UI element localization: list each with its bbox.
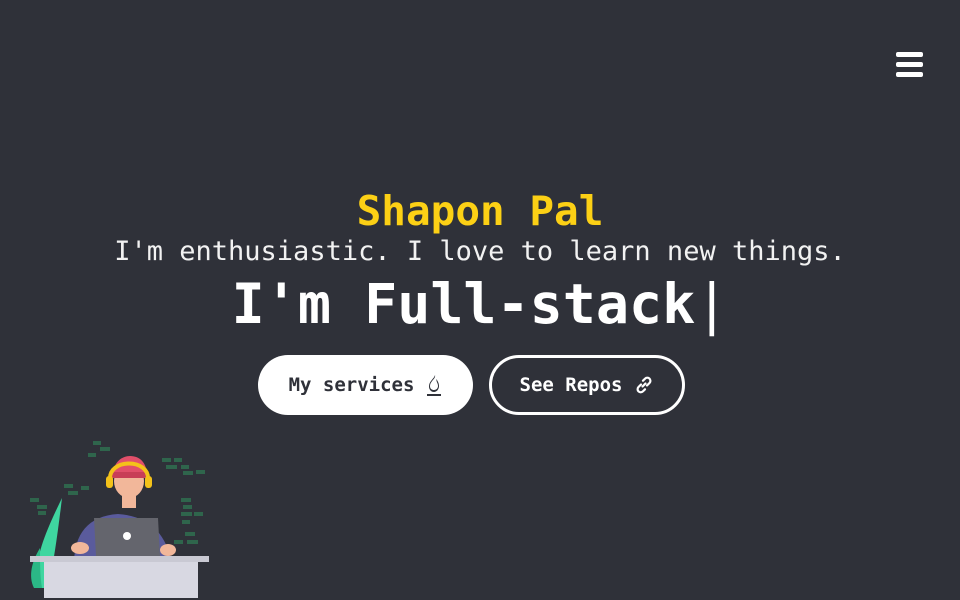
- typing-cursor: |: [695, 272, 729, 336]
- hamburger-menu-icon-bar: [896, 52, 923, 57]
- hamburger-menu-icon-bar: [896, 72, 923, 77]
- see-repos-label: See Repos: [519, 374, 623, 396]
- hero-tagline: I'm enthusiastic. I love to learn new th…: [114, 236, 846, 267]
- my-services-label: My services: [288, 374, 415, 396]
- hero-typed-text: I'm Full-stack|: [0, 272, 960, 336]
- developer-at-laptop-illustration: [26, 436, 212, 600]
- hero-name: Shapon Pal: [356, 187, 604, 235]
- hamburger-menu-button[interactable]: [896, 52, 923, 78]
- fire-icon: [426, 374, 442, 396]
- link-icon: [634, 375, 654, 395]
- see-repos-button[interactable]: See Repos: [489, 355, 685, 415]
- my-services-button[interactable]: My services: [258, 355, 473, 415]
- typed-role-text: I'm Full-stack: [231, 272, 696, 336]
- hamburger-menu-icon-bar: [896, 62, 923, 67]
